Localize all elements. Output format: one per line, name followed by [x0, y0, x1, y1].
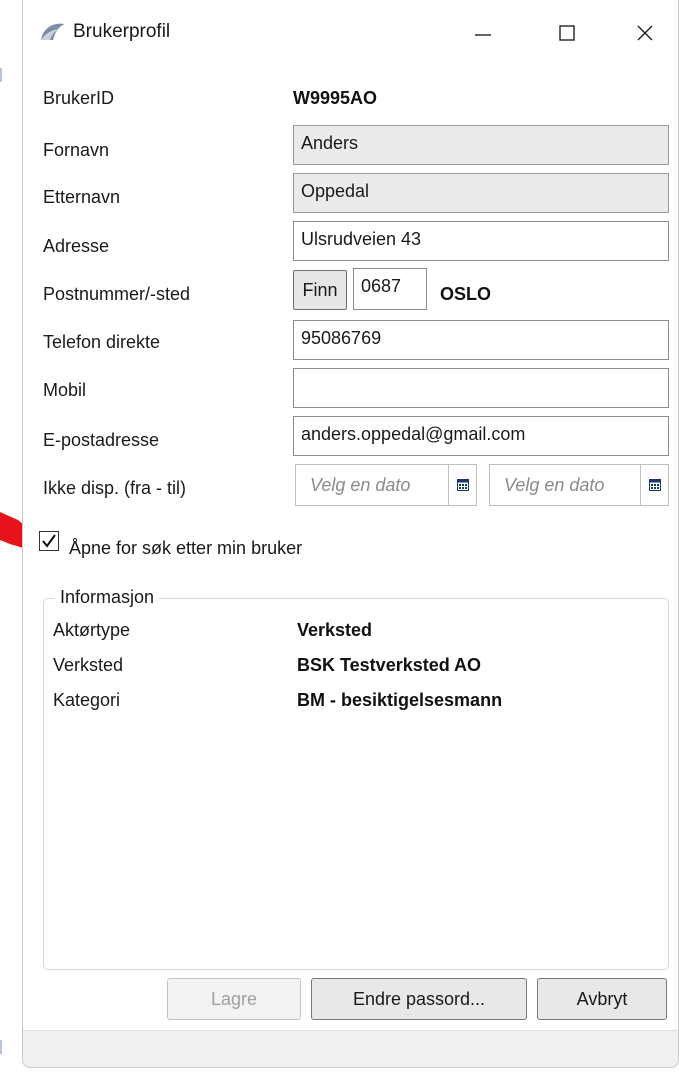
postnummer-field[interactable]: 0687 [353, 268, 427, 310]
mobil-field[interactable] [293, 368, 669, 408]
window-title: Brukerprofil [73, 21, 171, 42]
fornavn-field[interactable]: Anders [293, 125, 669, 165]
etternavn-label: Etternavn [43, 187, 121, 207]
epost-label: E-postadresse [43, 430, 160, 450]
kategori-value: BM - besiktigelsesmann [297, 690, 503, 710]
informasjon-group [43, 598, 669, 970]
poststed-value: OSLO [440, 284, 492, 304]
calendar-icon [456, 479, 469, 491]
date-from-picker[interactable]: Velg en dato [295, 464, 477, 506]
brukerid-value: W9995AO [293, 88, 378, 108]
adresse-field[interactable]: Ulsrudveien 43 [293, 221, 669, 261]
aktortype-label: Aktørtype [53, 620, 131, 640]
calendar-button[interactable] [640, 465, 668, 505]
minimize-button[interactable] [463, 14, 503, 52]
title-bar[interactable]: Brukerprofil [23, 0, 678, 66]
calendar-icon [648, 479, 661, 491]
fornavn-label: Fornavn [43, 140, 110, 160]
avbryt-button[interactable]: Avbryt [537, 978, 667, 1020]
background-edge-mark [0, 1040, 2, 1054]
apne-sok-label[interactable]: Åpne for søk etter min bruker [69, 538, 302, 559]
close-icon [637, 25, 653, 41]
aktortype-value: Verksted [297, 620, 373, 640]
ikke-disp-label: Ikke disp. (fra - til) [43, 478, 187, 498]
minimize-icon [475, 34, 491, 36]
brukerid-label: BrukerID [43, 88, 115, 108]
date-from-placeholder: Velg en dato [310, 475, 411, 495]
adresse-label: Adresse [43, 236, 110, 256]
finn-button[interactable]: Finn [293, 270, 347, 310]
mobil-label: Mobil [43, 380, 87, 400]
calendar-button[interactable] [448, 465, 476, 505]
informasjon-legend: Informasjon [55, 587, 160, 608]
kategori-label: Kategori [53, 690, 121, 710]
checkmark-icon [42, 534, 56, 548]
postnummer-label: Postnummer/-sted [43, 284, 191, 304]
telefon-field[interactable]: 95086769 [293, 320, 669, 360]
epost-field[interactable]: anders.oppedal@gmail.com [293, 416, 669, 456]
verksted-label: Verksted [53, 655, 124, 675]
brukerprofil-window: Brukerprofil BrukerID W9995AO Fornavn An… [22, 0, 679, 1068]
lagre-button[interactable]: Lagre [167, 978, 301, 1020]
app-logo-icon [41, 23, 65, 40]
date-to-placeholder: Velg en dato [504, 475, 605, 495]
date-to-picker[interactable]: Velg en dato [489, 464, 669, 506]
maximize-icon [559, 25, 575, 41]
close-button[interactable] [625, 14, 665, 52]
verksted-value: BSK Testverksted AO [297, 655, 482, 675]
etternavn-field[interactable]: Oppedal [293, 173, 669, 213]
apne-sok-checkbox[interactable] [39, 531, 59, 551]
maximize-button[interactable] [547, 14, 587, 52]
background-edge-mark [0, 68, 2, 82]
window-footer [23, 1030, 678, 1067]
endre-passord-button[interactable]: Endre passord... [311, 978, 527, 1020]
telefon-label: Telefon direkte [43, 332, 161, 352]
